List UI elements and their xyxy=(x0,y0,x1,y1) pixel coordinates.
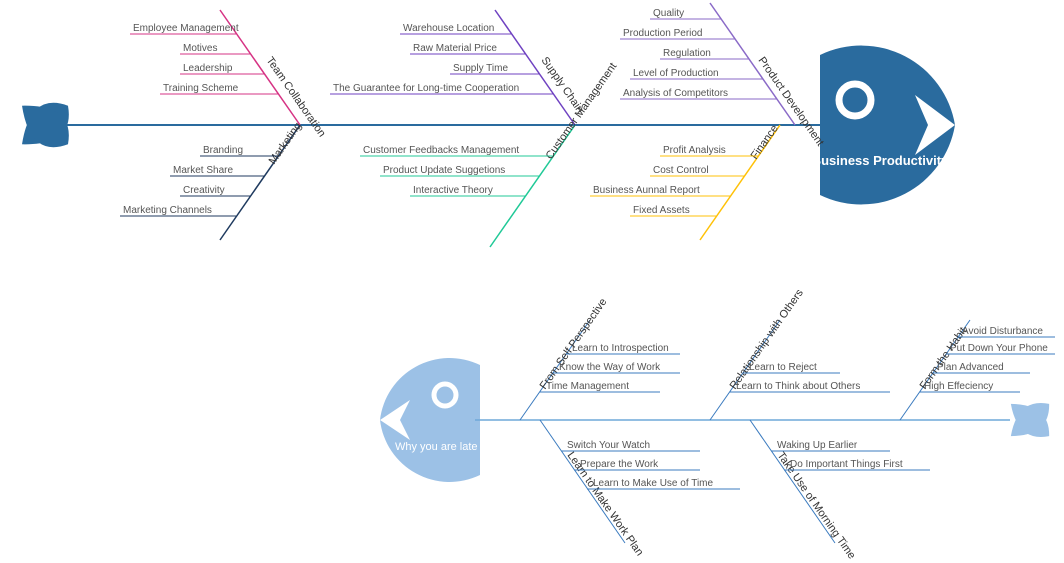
bone-item: Plan Advanced xyxy=(937,362,1004,373)
bone-item: Interactive Theory xyxy=(413,185,493,196)
bone-item: Motives xyxy=(183,43,217,54)
bone-marketing: Marketing Branding Market Share Creativi… xyxy=(120,120,304,240)
bone-item: Time Management xyxy=(546,381,629,392)
bone-item: Switch Your Watch xyxy=(567,440,650,451)
bone-item: Learn to Think about Others xyxy=(736,381,860,392)
bone-item: Business Aunnal Report xyxy=(593,185,700,196)
bone-item: Branding xyxy=(203,145,243,156)
fish-tail xyxy=(1003,394,1057,445)
bone-item: Leadership xyxy=(183,63,233,74)
fishbone-business-productivity: Business Productivity Team Collaboration… xyxy=(11,3,955,247)
fishbone-title: Business Productivity xyxy=(812,153,949,168)
bone-item: Profit Analysis xyxy=(663,145,726,156)
bone-item: Learn to Reject xyxy=(749,362,817,373)
bone-item: Know the Way of Work xyxy=(559,362,661,373)
bone-item: Do Important Things First xyxy=(790,459,903,470)
bone-item: The Guarantee for Long-time Cooperation xyxy=(333,83,519,94)
bone-item: Creativity xyxy=(183,185,225,196)
bone-item: Warehouse Location xyxy=(403,23,494,34)
fishbone-why-late: Why you are late From Self Perspective L… xyxy=(380,287,1057,562)
bone-item: High Effeciency xyxy=(924,381,993,392)
category-label: Marketing xyxy=(267,120,305,166)
category-label: Relationship with Others xyxy=(728,287,806,392)
fish-head: Business Productivity xyxy=(812,46,955,205)
bone-item: Prepare the Work xyxy=(580,459,659,470)
bone-work-plan: Learn to Make Work Plan Switch Your Watc… xyxy=(540,420,740,558)
bone-item: Raw Material Price xyxy=(413,43,497,54)
bone-item: Product Update Suggetions xyxy=(383,165,505,176)
bone-item: Level of Production xyxy=(633,68,719,79)
bone-item: Supply Time xyxy=(453,63,508,74)
bone-item: Training Scheme xyxy=(163,83,239,94)
bone-self-perspective: From Self Perspective Learn to Introspec… xyxy=(520,296,680,420)
bone-item: Learn to Make Use of Time xyxy=(593,478,713,489)
bone-supply-chain: Supply Chain Warehouse Location Raw Mate… xyxy=(330,10,586,125)
bone-item: Avoid Disturbance xyxy=(962,326,1043,337)
bone-item: Fixed Assets xyxy=(633,205,690,216)
fish-head: Why you are late xyxy=(380,358,480,482)
bone-item: Regulation xyxy=(663,48,711,59)
bone-item: Quality xyxy=(653,8,684,19)
bone-item: Marketing Channels xyxy=(123,205,212,216)
bone-item: Market Share xyxy=(173,165,233,176)
bone-relationship: Relationship with Others Learn to Reject… xyxy=(710,287,890,420)
bone-item: Analysis of Competitors xyxy=(623,88,728,99)
fishbone-title: Why you are late xyxy=(395,441,478,453)
bone-item: Put Down Your Phone xyxy=(950,343,1048,354)
bone-item: Cost Control xyxy=(653,165,709,176)
bone-item: Customer Feedbacks Management xyxy=(363,145,519,156)
bone-item: Learn to Introspection xyxy=(572,343,669,354)
bone-finance: Finance Profit Analysis Cost Control Bus… xyxy=(590,123,781,240)
bone-product-development: Product Development Quality Production P… xyxy=(620,3,826,148)
bone-item: Production Period xyxy=(623,28,703,39)
bone-item: Waking Up Earlier xyxy=(777,440,858,451)
bone-morning-time: Take Use of Morning Time Waking Up Earli… xyxy=(750,420,930,561)
bone-team-collaboration: Team Collaboration Employee Management M… xyxy=(130,10,328,139)
bone-item: Employee Management xyxy=(133,23,239,34)
